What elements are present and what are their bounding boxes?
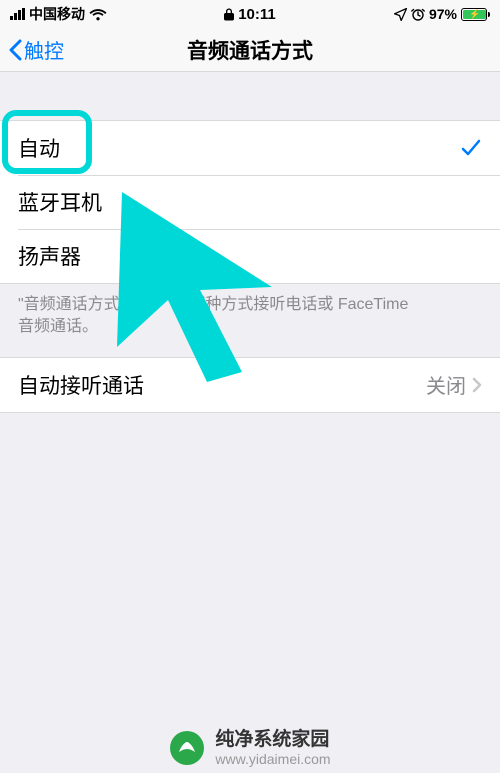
checkmark-icon xyxy=(460,137,482,159)
footer-text-part: 哪种方式接听电话或 FaceTime xyxy=(189,296,408,313)
route-option-auto[interactable]: 自动 xyxy=(0,121,500,175)
audio-route-group: 自动 蓝牙耳机 扬声器 xyxy=(0,120,500,284)
alarm-icon xyxy=(411,7,425,21)
signal-icon xyxy=(10,8,25,20)
group-footer-text: "音频通话方式"可以使用哪种方式接听电话或 FaceTime 音频通话。 xyxy=(0,284,500,357)
navigation-bar: 触控 音频通话方式 xyxy=(0,28,500,72)
auto-answer-group: 自动接听通话 关闭 xyxy=(0,357,500,413)
watermark-title: 纯净系统家园 xyxy=(215,729,330,751)
route-option-label: 自动 xyxy=(18,133,60,163)
auto-answer-label: 自动接听通话 xyxy=(18,370,144,400)
section-spacer xyxy=(0,72,500,120)
watermark-text: 纯净系统家园 www.yidaimei.com xyxy=(215,729,330,767)
location-icon xyxy=(394,8,407,21)
wifi-icon xyxy=(89,8,107,21)
battery-percent-label: 97% xyxy=(429,6,457,22)
auto-answer-detail: 关闭 xyxy=(426,370,482,399)
auto-answer-value: 关闭 xyxy=(426,370,466,399)
watermark-logo-icon xyxy=(169,730,205,766)
watermark: 纯净系统家园 www.yidaimei.com xyxy=(0,729,500,767)
carrier-label: 中国移动 xyxy=(29,4,85,24)
route-option-label: 扬声器 xyxy=(18,241,81,271)
battery-icon: ⚡ xyxy=(461,8,490,21)
status-bar: 中国移动 10:11 97% ⚡ xyxy=(0,0,500,28)
chevron-right-icon xyxy=(472,377,482,393)
lock-icon xyxy=(224,8,234,21)
status-left: 中国移动 xyxy=(10,4,107,24)
status-right: 97% ⚡ xyxy=(394,6,490,22)
watermark-url: www.yidaimei.com xyxy=(215,751,330,767)
route-option-bluetooth[interactable]: 蓝牙耳机 xyxy=(0,175,500,229)
clock-label: 10:11 xyxy=(238,6,276,23)
footer-text-part: "音频通话方式"可 xyxy=(18,296,141,313)
page-title: 音频通话方式 xyxy=(0,35,500,65)
route-option-label: 蓝牙耳机 xyxy=(18,187,102,217)
auto-answer-row[interactable]: 自动接听通话 关闭 xyxy=(0,358,500,412)
footer-text-part: 音频通话。 xyxy=(18,318,98,335)
route-option-speaker[interactable]: 扬声器 xyxy=(0,229,500,283)
